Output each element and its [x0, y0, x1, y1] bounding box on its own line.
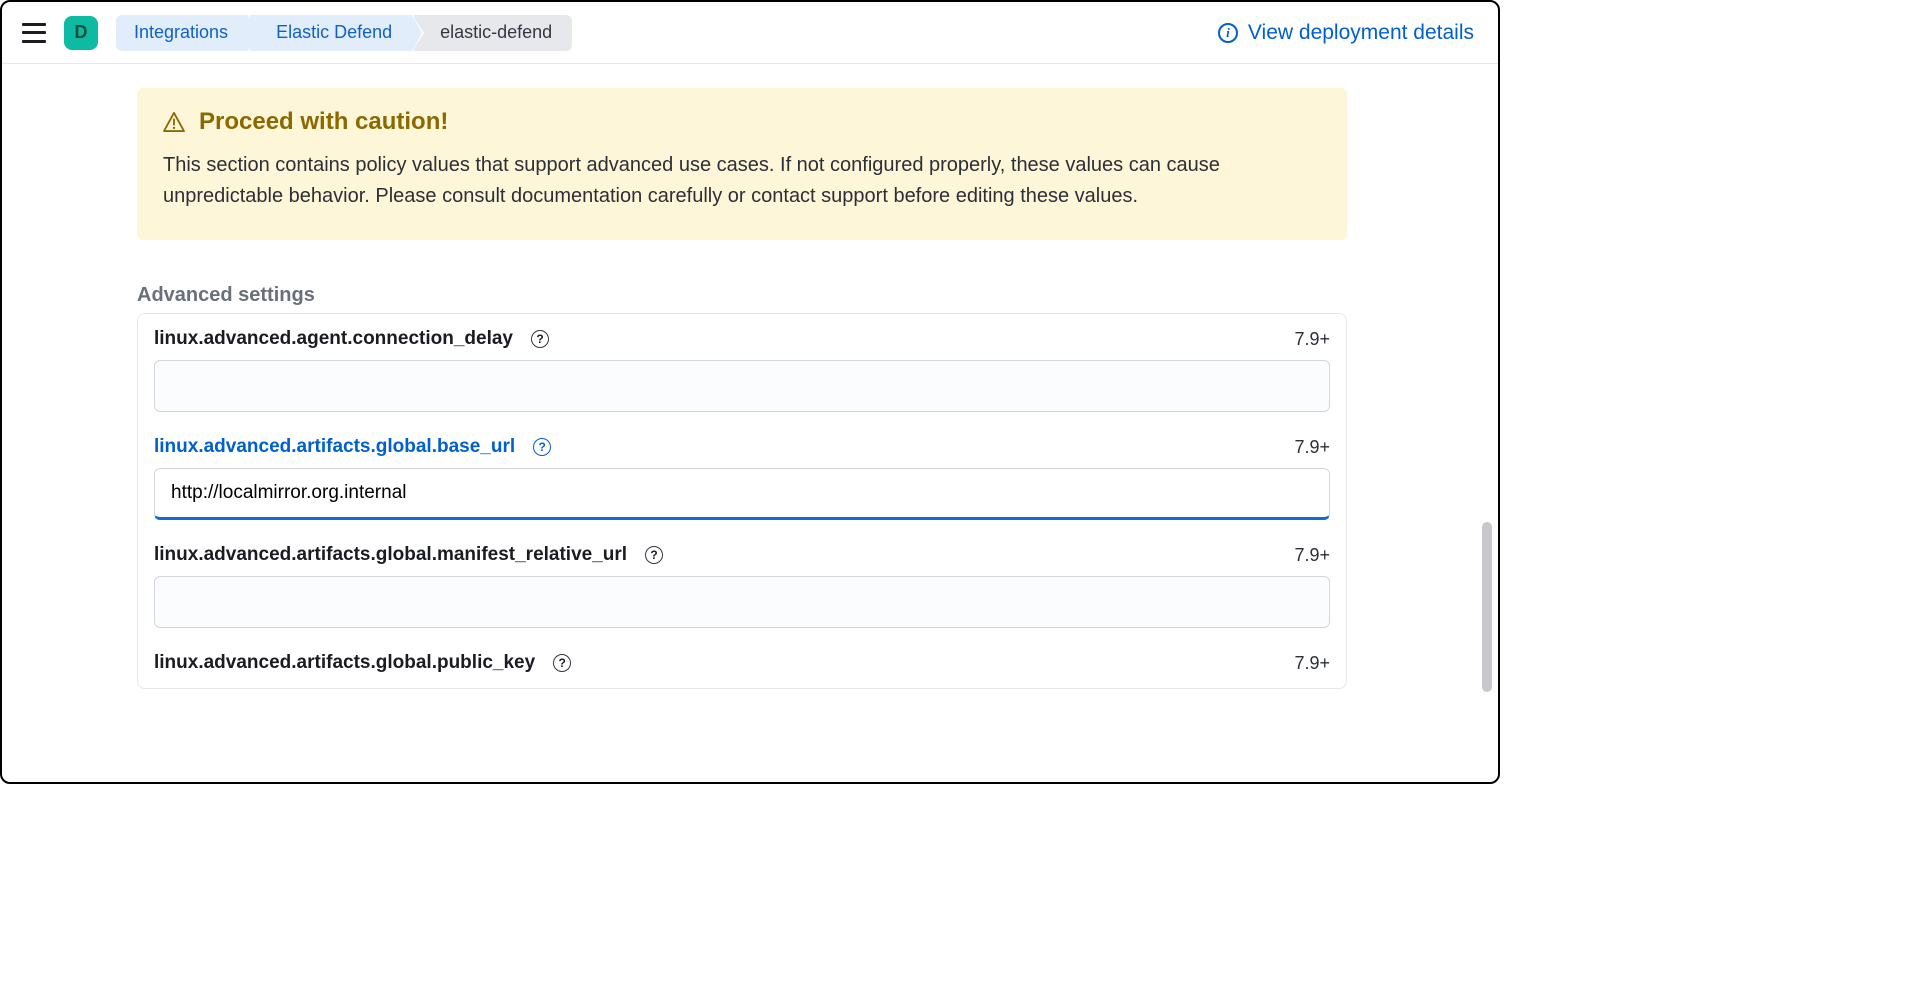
callout-title: Proceed with caution!: [199, 108, 448, 136]
setting-version: 7.9+: [1294, 329, 1330, 350]
avatar[interactable]: D: [64, 16, 98, 50]
setting-head: linux.advanced.artifacts.global.public_k…: [154, 652, 1330, 674]
setting-head: linux.advanced.artifacts.global.manifest…: [154, 544, 1330, 566]
callout-head: Proceed with caution!: [163, 108, 1321, 136]
help-icon[interactable]: ?: [553, 654, 571, 672]
header-left: D Integrations Elastic Defend elastic-de…: [22, 15, 572, 51]
setting-manifest-relative-url: linux.advanced.artifacts.global.manifest…: [154, 544, 1330, 628]
setting-lhs: linux.advanced.artifacts.global.public_k…: [154, 652, 571, 674]
section-label: Advanced settings: [137, 284, 1347, 307]
caution-callout: Proceed with caution! This section conta…: [137, 88, 1347, 240]
help-icon[interactable]: ?: [531, 330, 549, 348]
scrollbar-thumb[interactable]: [1482, 522, 1492, 692]
callout-body: This section contains policy values that…: [163, 150, 1321, 212]
setting-version: 7.9+: [1294, 653, 1330, 674]
base-url-input[interactable]: [154, 468, 1330, 520]
advanced-settings-panel: linux.advanced.agent.connection_delay ? …: [137, 313, 1347, 689]
warning-icon: [163, 112, 185, 132]
breadcrumb-elastic-defend[interactable]: Elastic Defend: [250, 15, 412, 51]
avatar-letter: D: [75, 22, 88, 43]
breadcrumb-integrations[interactable]: Integrations: [116, 15, 248, 51]
menu-icon[interactable]: [22, 23, 46, 43]
manifest-relative-url-input[interactable]: [154, 576, 1330, 628]
setting-label: linux.advanced.artifacts.global.base_url: [154, 436, 515, 458]
setting-label: linux.advanced.artifacts.global.manifest…: [154, 544, 627, 566]
setting-head: linux.advanced.artifacts.global.base_url…: [154, 436, 1330, 458]
setting-connection-delay: linux.advanced.agent.connection_delay ? …: [154, 328, 1330, 412]
info-icon: i: [1218, 23, 1238, 43]
setting-version: 7.9+: [1294, 545, 1330, 566]
setting-public-key: linux.advanced.artifacts.global.public_k…: [154, 652, 1330, 674]
top-header: D Integrations Elastic Defend elastic-de…: [2, 2, 1498, 64]
breadcrumb: Integrations Elastic Defend elastic-defe…: [116, 15, 572, 51]
view-deployment-label: View deployment details: [1248, 21, 1474, 45]
setting-lhs: linux.advanced.artifacts.global.base_url…: [154, 436, 551, 458]
breadcrumb-current: elastic-defend: [414, 15, 572, 51]
setting-lhs: linux.advanced.artifacts.global.manifest…: [154, 544, 663, 566]
connection-delay-input[interactable]: [154, 360, 1330, 412]
help-icon[interactable]: ?: [645, 546, 663, 564]
help-icon[interactable]: ?: [533, 438, 551, 456]
setting-version: 7.9+: [1294, 437, 1330, 458]
content-scroll[interactable]: Proceed with caution! This section conta…: [2, 64, 1498, 782]
setting-label: linux.advanced.artifacts.global.public_k…: [154, 652, 535, 674]
breadcrumb-label: elastic-defend: [440, 22, 552, 43]
setting-base-url: linux.advanced.artifacts.global.base_url…: [154, 436, 1330, 520]
view-deployment-link[interactable]: i View deployment details: [1218, 21, 1474, 45]
breadcrumb-label: Elastic Defend: [276, 22, 392, 43]
content-inner: Proceed with caution! This section conta…: [137, 88, 1347, 689]
setting-head: linux.advanced.agent.connection_delay ? …: [154, 328, 1330, 350]
breadcrumb-label: Integrations: [134, 22, 228, 43]
setting-label: linux.advanced.agent.connection_delay: [154, 328, 513, 350]
setting-lhs: linux.advanced.agent.connection_delay ?: [154, 328, 549, 350]
